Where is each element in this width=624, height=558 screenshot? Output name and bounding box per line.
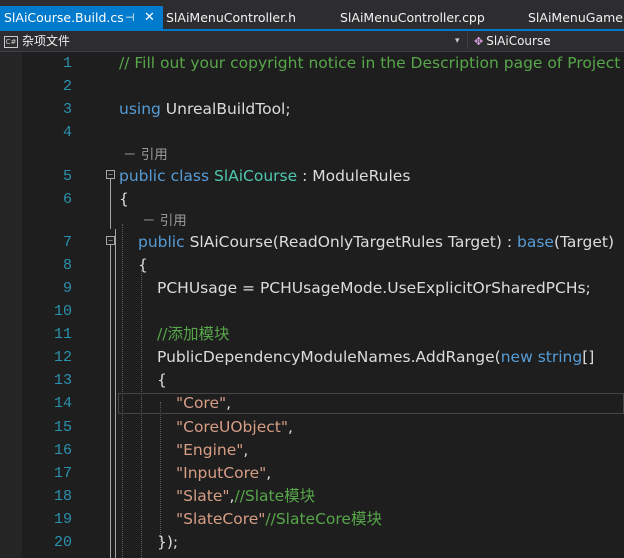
line-number: 7 bbox=[62, 234, 72, 251]
code-text: }); bbox=[157, 533, 179, 551]
tab-label: SlAiCourse.Build.cs bbox=[4, 10, 124, 25]
code-text: public class SlAiCourse : ModuleRules bbox=[119, 167, 411, 185]
code-line: 9 PCHUsage = PCHUsageMode.UseExplicitOrS… bbox=[0, 277, 624, 300]
class-icon: ✥ bbox=[474, 35, 484, 48]
line-number: 18 bbox=[53, 488, 72, 505]
line-number: 20 bbox=[53, 534, 72, 551]
tab-slaimenucontroller-h[interactable]: SlAiMenuController.h bbox=[166, 6, 334, 30]
code-line: 10 bbox=[0, 300, 624, 323]
code-line: 16 "Engine", bbox=[0, 439, 624, 462]
line-number: 17 bbox=[53, 465, 72, 482]
code-text: "Engine", bbox=[176, 441, 249, 459]
code-line: 13 { bbox=[0, 369, 624, 392]
code-line: 20 }); bbox=[0, 531, 624, 554]
line-number: 1 bbox=[62, 55, 72, 72]
code-line: 17 "InputCore", bbox=[0, 462, 624, 485]
code-text: // Fill out your copyright notice in the… bbox=[119, 54, 621, 72]
nav-divider bbox=[467, 33, 468, 49]
line-number: 13 bbox=[53, 372, 72, 389]
line-number: 5 bbox=[62, 168, 72, 185]
pin-icon[interactable]: ⊣ bbox=[125, 6, 135, 28]
code-line: 4 bbox=[0, 121, 624, 144]
tab-label: SlAiMenuController.h bbox=[166, 10, 296, 25]
code-line: 8 { bbox=[0, 254, 624, 277]
navigation-bar: C# 杂项文件 ▾ ✥ SlAiCourse bbox=[0, 31, 624, 52]
line-number: 4 bbox=[62, 124, 72, 141]
file-icon: C# bbox=[4, 35, 18, 48]
code-text: using UnrealBuildTool; bbox=[119, 100, 291, 118]
line-number: 10 bbox=[53, 303, 72, 320]
type-label: SlAiCourse bbox=[486, 34, 551, 48]
code-text: "SlateCore"//SlateCore模块 bbox=[176, 510, 382, 528]
code-line: 11 //添加模块 bbox=[0, 323, 624, 346]
codelens-references[interactable]: － 引用 bbox=[142, 210, 187, 233]
code-line: 15 "CoreUObject", bbox=[0, 416, 624, 439]
type-dropdown[interactable]: ✥ SlAiCourse bbox=[474, 31, 551, 52]
code-line: 7 public SlAiCourse(ReadOnlyTargetRules … bbox=[0, 231, 624, 254]
code-text: "CoreUObject", bbox=[176, 418, 293, 436]
code-line: 19 "SlateCore"//SlateCore模块 bbox=[0, 508, 624, 531]
code-line: 2 bbox=[0, 75, 624, 98]
code-editor[interactable]: − − 1 // Fill out your copyright notice … bbox=[0, 52, 624, 558]
close-icon[interactable]: ✕ bbox=[144, 6, 155, 28]
code-text: "Slate",//Slate模块 bbox=[176, 487, 316, 505]
line-number: 9 bbox=[62, 280, 72, 297]
line-number: 19 bbox=[53, 511, 72, 528]
code-text: "Core", bbox=[176, 394, 232, 412]
project-label: 杂项文件 bbox=[22, 34, 71, 48]
tab-slaicourse-build-cs[interactable]: SlAiCourse.Build.cs ⊣ ✕ bbox=[0, 6, 163, 30]
chevron-down-icon[interactable]: ▾ bbox=[455, 31, 460, 51]
codelens-line: － 引用 bbox=[0, 210, 624, 233]
line-number: 14 bbox=[53, 395, 72, 412]
code-line: 3 using UnrealBuildTool; bbox=[0, 98, 624, 121]
code-text: //添加模块 bbox=[157, 325, 230, 343]
line-number: 8 bbox=[62, 257, 72, 274]
line-number: 11 bbox=[53, 326, 72, 343]
code-text: PCHUsage = PCHUsageMode.UseExplicitOrSha… bbox=[157, 279, 591, 297]
code-text: PublicDependencyModuleNames.AddRange(new… bbox=[157, 348, 595, 366]
line-number: 3 bbox=[62, 101, 72, 118]
code-line: 1 // Fill out your copyright notice in t… bbox=[0, 52, 624, 75]
code-text: public SlAiCourse(ReadOnlyTargetRules Ta… bbox=[138, 233, 615, 251]
line-number: 15 bbox=[53, 419, 72, 436]
tab-label: SlAiMenuGameM bbox=[528, 10, 624, 25]
tab-slaimenucontroller-cpp[interactable]: SlAiMenuController.cpp bbox=[340, 6, 520, 30]
line-number: 12 bbox=[53, 349, 72, 366]
code-text: { bbox=[119, 190, 129, 208]
codelens-references[interactable]: － 引用 bbox=[123, 144, 168, 167]
codelens-line: － 引用 bbox=[0, 144, 624, 167]
code-text: "InputCore", bbox=[176, 464, 272, 482]
project-dropdown[interactable]: C# 杂项文件 bbox=[4, 31, 468, 51]
code-text: { bbox=[138, 256, 148, 274]
code-line: 5 public class SlAiCourse : ModuleRules bbox=[0, 165, 624, 188]
line-number: 16 bbox=[53, 442, 72, 459]
tab-slaimenugamemode[interactable]: SlAiMenuGameM bbox=[528, 6, 624, 30]
line-number: 6 bbox=[62, 191, 72, 208]
code-text: { bbox=[157, 371, 167, 389]
tab-label: SlAiMenuController.cpp bbox=[340, 10, 485, 25]
line-number: 2 bbox=[62, 78, 72, 95]
code-line: 12 PublicDependencyModuleNames.AddRange(… bbox=[0, 346, 624, 369]
code-line: 14 "Core", bbox=[0, 392, 624, 415]
code-line: 18 "Slate",//Slate模块 bbox=[0, 485, 624, 508]
tab-strip: SlAiCourse.Build.cs ⊣ ✕ SlAiMenuControll… bbox=[0, 0, 624, 30]
code-line: 6 { bbox=[0, 188, 624, 211]
